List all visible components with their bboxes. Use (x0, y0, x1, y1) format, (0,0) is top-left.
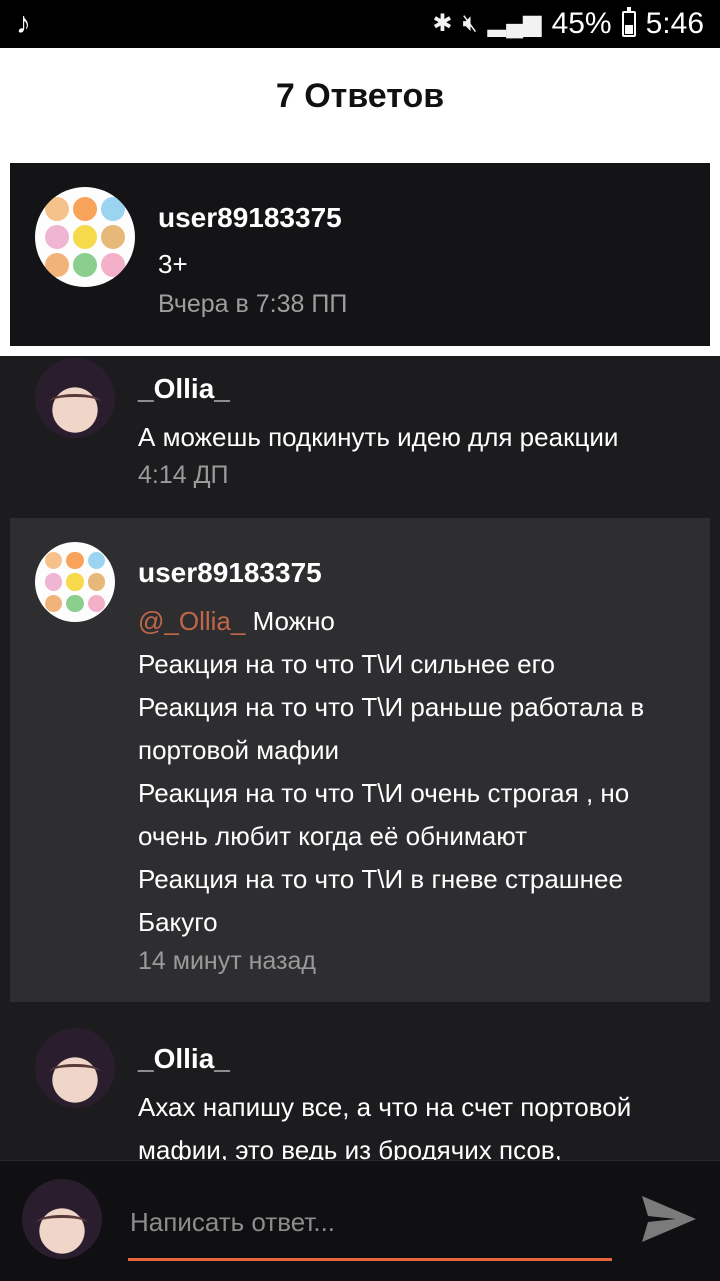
reply-text: Можно (252, 606, 335, 636)
clock: 5:46 (645, 7, 704, 40)
thread-header: 7 Ответов user89183375 3+ Вчера в 7:38 П… (0, 48, 720, 356)
input-underline (128, 1258, 612, 1261)
reply-time: 14 минут назад (138, 947, 316, 975)
my-avatar[interactable] (22, 1179, 102, 1259)
battery-icon (621, 7, 636, 37)
status-icons: ✱ 🔇︎ ▂▄▆ 45% 5:46 (432, 7, 704, 40)
post-text: 3+ (158, 249, 188, 279)
original-post[interactable]: user89183375 3+ Вчера в 7:38 ПП (10, 163, 710, 346)
signal-icon: ▂▄▆ (487, 10, 542, 37)
reply-composer (0, 1160, 720, 1281)
reply-text: Реакция на то что Т\И в гневе страшнее (138, 864, 623, 894)
avatar[interactable] (35, 358, 115, 438)
reply-text: очень любит когда её обнимают (138, 821, 528, 851)
reply-text: Ахах напишу все, а что на счет портовой (138, 1092, 632, 1122)
mute-icon: 🔇︎ (462, 10, 478, 37)
avatar[interactable] (35, 187, 135, 287)
reply-author[interactable]: user89183375 (138, 556, 322, 590)
avatar[interactable] (35, 542, 115, 622)
reply-author[interactable]: _Ollia_ (138, 372, 230, 406)
reply-text: Бакуго (138, 907, 218, 937)
reply-text: мафии, это ведь из бродячих псов, (138, 1135, 562, 1160)
reply-time: 4:14 ДП (138, 461, 229, 489)
page-title: 7 Ответов (275, 77, 445, 115)
reply-text: Реакция на то что Т\И раньше работала в (138, 692, 645, 722)
avatar[interactable] (35, 1028, 115, 1108)
send-icon[interactable] (640, 1192, 698, 1246)
reply-text: А можешь подкинуть идею для реакции (138, 422, 619, 452)
reply-author[interactable]: _Ollia_ (138, 1042, 230, 1076)
status-bar: ♪ ✱ 🔇︎ ▂▄▆ 45% 5:46 (0, 0, 720, 48)
music-note-icon: ♪ (16, 7, 31, 40)
battery-percent: 45% (551, 7, 612, 40)
reply-input[interactable] (128, 1201, 616, 1243)
mention-link[interactable]: @_Ollia_ (138, 606, 245, 636)
reply-text: Реакция на то что Т\И очень строгая , но (138, 778, 630, 808)
reply-item[interactable]: _Ollia_ А можешь подкинуть идею для реак… (10, 356, 710, 516)
reply-text: Реакция на то что Т\И сильнее его (138, 649, 555, 679)
post-author[interactable]: user89183375 (158, 201, 342, 235)
bluetooth-icon: ✱ (432, 10, 453, 37)
reply-item[interactable]: _Ollia_ Ахах напишу все, а что на счет п… (10, 1004, 710, 1160)
reply-item[interactable]: user89183375 @_Ollia_ Можно Реакция на т… (10, 518, 710, 1002)
reply-first-line: @_Ollia_ Можно (138, 600, 335, 643)
post-time: Вчера в 7:38 ПП (158, 290, 348, 318)
reply-text: портовой мафии (138, 735, 340, 765)
